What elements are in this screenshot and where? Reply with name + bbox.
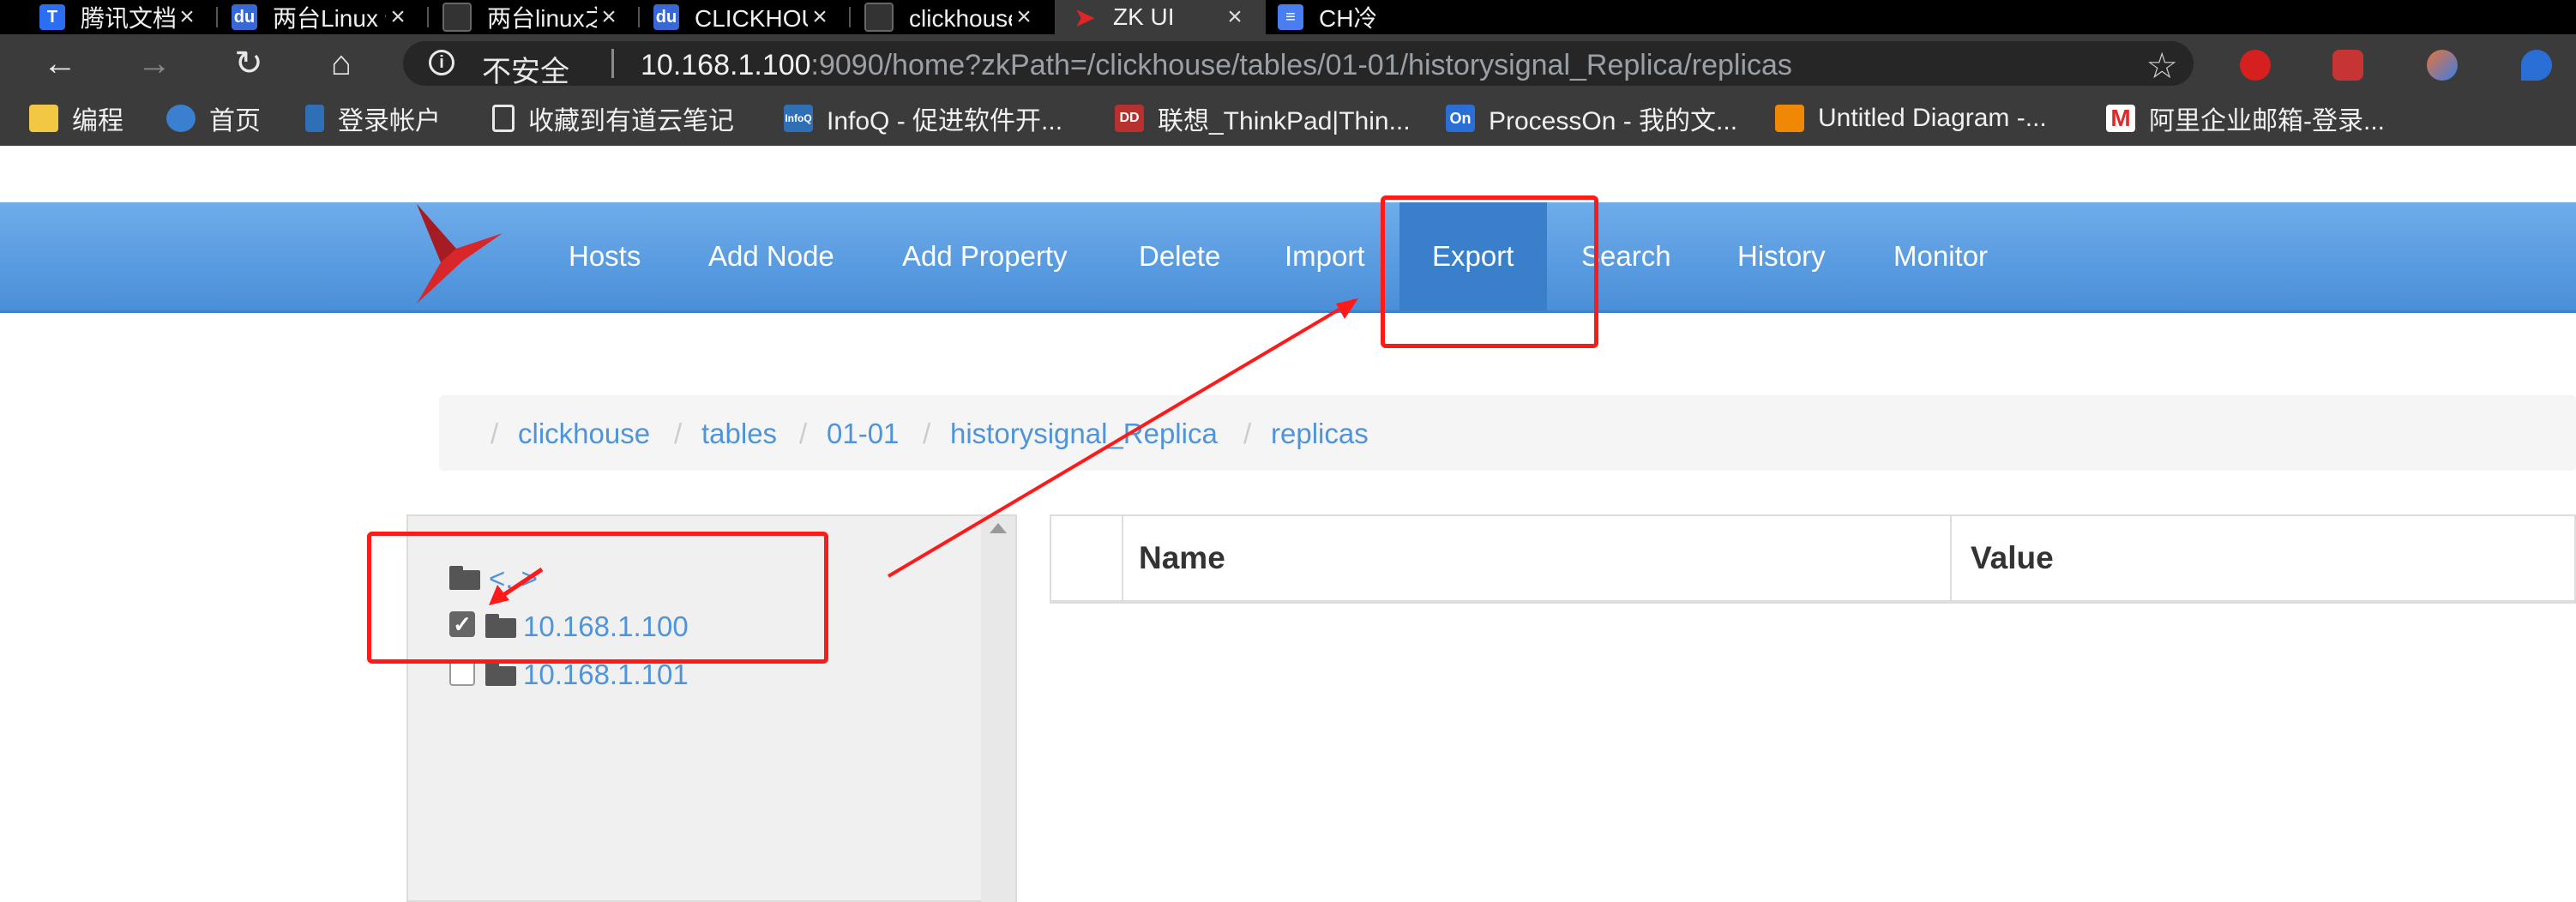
annotation-arrowhead: [1336, 298, 1358, 319]
annotation-arrow-line: [887, 298, 1357, 578]
annotation-arrows: [489, 298, 1358, 605]
